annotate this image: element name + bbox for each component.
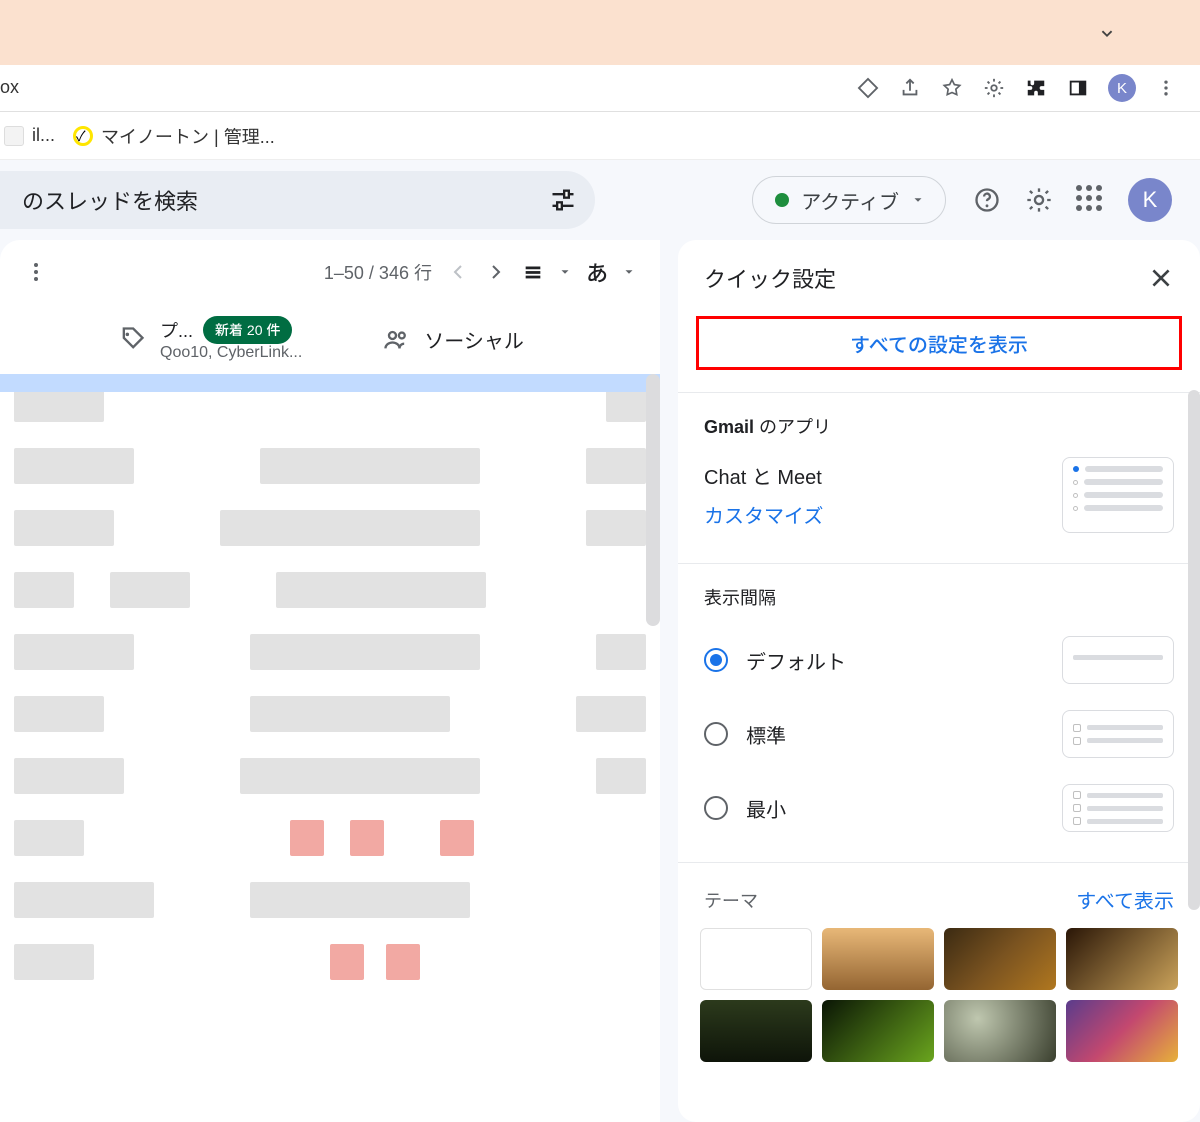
gear-icon[interactable] <box>1024 185 1054 215</box>
next-page-icon[interactable] <box>484 260 508 284</box>
norton-favicon-icon <box>73 126 93 146</box>
apps-grid-icon[interactable] <box>1076 185 1106 215</box>
split-toggle-icon[interactable] <box>522 261 544 283</box>
sidepanel-icon[interactable] <box>1066 76 1090 100</box>
tab-sublabel: Qoo10, CyberLink... <box>160 344 302 362</box>
apps-section: Gmail のアプリ Chat と Meet カスタマイズ <box>678 393 1200 541</box>
email-list-blurred <box>0 374 660 1094</box>
see-all-settings-button[interactable]: すべての設定を表示 <box>696 316 1182 370</box>
bookmark-item-norton[interactable]: マイノートン | 管理... <box>73 123 275 149</box>
tag-icon <box>118 325 146 353</box>
app-header: のスレッドを検索 アクティブ K <box>0 160 1200 240</box>
category-tabs: プ... 新着 20 件 Qoo10, CyberLink... ソーシャル <box>0 304 660 374</box>
density-thumb-compact <box>1062 784 1174 832</box>
browser-toolbar: ox K <box>0 65 1200 112</box>
density-option-compact[interactable]: 最小 <box>704 784 1174 832</box>
input-lang-label[interactable]: あ <box>586 256 608 288</box>
bookmark-label: il... <box>32 125 55 146</box>
radio-label: 標準 <box>746 720 786 749</box>
bookmark-item[interactable]: il... <box>4 125 55 146</box>
quick-settings-panel: クイック設定 すべての設定を表示 Gmail のアプリ Chat と Meet … <box>678 240 1200 1122</box>
gear-extension-icon[interactable] <box>982 76 1006 100</box>
tab-social[interactable]: ソーシャル <box>382 325 524 354</box>
theme-section-header: テーマ すべて表示 <box>678 863 1200 928</box>
customize-link[interactable]: カスタマイズ <box>704 500 823 529</box>
help-icon[interactable] <box>972 185 1002 215</box>
panel-title: クイック設定 <box>704 262 836 294</box>
tab-promotions[interactable]: プ... 新着 20 件 Qoo10, CyberLink... <box>118 316 302 362</box>
account-avatar[interactable]: K <box>1128 178 1172 222</box>
theme-grid <box>678 928 1200 1072</box>
more-vertical-icon[interactable] <box>24 260 48 284</box>
density-thumb-default <box>1062 636 1174 684</box>
radio-icon <box>704 648 728 672</box>
top-banner <box>0 0 1200 65</box>
theme-tile[interactable] <box>822 928 934 990</box>
chat-meet-label: Chat と Meet <box>704 467 822 489</box>
radio-label: デフォルト <box>746 646 846 675</box>
page-range: 1–50 / 346 行 <box>324 259 432 285</box>
density-option-default[interactable]: デフォルト <box>704 636 1174 684</box>
tune-icon[interactable] <box>549 186 577 214</box>
theme-tile[interactable] <box>944 1000 1056 1062</box>
section-title: Gmail のアプリ <box>704 413 1174 439</box>
status-label: アクティブ <box>801 186 899 215</box>
people-icon <box>382 325 410 353</box>
gmail-app: のスレッドを検索 アクティブ K 1–50 / 346 行 <box>0 160 1200 1122</box>
status-dot-icon <box>775 193 789 207</box>
theme-tile[interactable] <box>1066 1000 1178 1062</box>
inbox-pane: 1–50 / 346 行 あ プ... 新着 20 件 <box>0 240 660 1122</box>
new-badge: 新着 20 件 <box>203 316 292 344</box>
search-placeholder: のスレッドを検索 <box>22 184 198 216</box>
browser-more-icon[interactable] <box>1154 76 1178 100</box>
close-icon[interactable] <box>1148 265 1174 291</box>
favicon-generic-icon <box>4 126 24 146</box>
app-preview-thumb <box>1062 457 1174 533</box>
tab-label: プ... <box>160 317 193 343</box>
scrollbar-thumb[interactable] <box>646 374 660 626</box>
prev-page-icon[interactable] <box>446 260 470 284</box>
see-all-label: すべての設定を表示 <box>850 329 1028 358</box>
chevron-down-icon[interactable] <box>558 265 572 279</box>
section-title: 表示間隔 <box>704 584 1174 610</box>
status-chip[interactable]: アクティブ <box>752 176 946 224</box>
density-thumb-standard <box>1062 710 1174 758</box>
bookmark-label: マイノートン | 管理... <box>101 123 275 149</box>
bookmarks-bar: il... マイノートン | 管理... <box>0 112 1200 160</box>
page-title-fragment: ox <box>0 77 19 98</box>
puzzle-icon[interactable] <box>1024 76 1048 100</box>
theme-tile[interactable] <box>822 1000 934 1062</box>
star-icon[interactable] <box>940 76 964 100</box>
selected-row-highlight <box>0 374 660 392</box>
theme-tile[interactable] <box>700 928 812 990</box>
theme-see-all-link[interactable]: すべて表示 <box>1076 885 1174 914</box>
chevron-down-icon[interactable] <box>1096 22 1118 44</box>
share-icon[interactable] <box>898 76 922 100</box>
theme-tile[interactable] <box>944 928 1056 990</box>
tab-label: ソーシャル <box>424 325 524 354</box>
theme-tile[interactable] <box>700 1000 812 1062</box>
scrollbar-thumb[interactable] <box>1188 390 1200 910</box>
radio-label: 最小 <box>746 794 786 823</box>
density-option-standard[interactable]: 標準 <box>704 710 1174 758</box>
theme-tile[interactable] <box>1066 928 1178 990</box>
extension-icon[interactable] <box>856 76 880 100</box>
paging-controls: 1–50 / 346 行 あ <box>324 256 636 288</box>
inbox-toolbar: 1–50 / 346 行 あ <box>0 240 660 304</box>
radio-icon <box>704 722 728 746</box>
density-section: 表示間隔 デフォルト 標準 <box>678 564 1200 840</box>
search-input[interactable]: のスレッドを検索 <box>0 171 595 229</box>
section-title: テーマ <box>704 887 758 913</box>
browser-avatar[interactable]: K <box>1108 74 1136 102</box>
radio-icon <box>704 796 728 820</box>
header-iconset: K <box>972 178 1172 222</box>
chevron-down-icon <box>911 193 925 207</box>
chevron-down-icon[interactable] <box>622 265 636 279</box>
